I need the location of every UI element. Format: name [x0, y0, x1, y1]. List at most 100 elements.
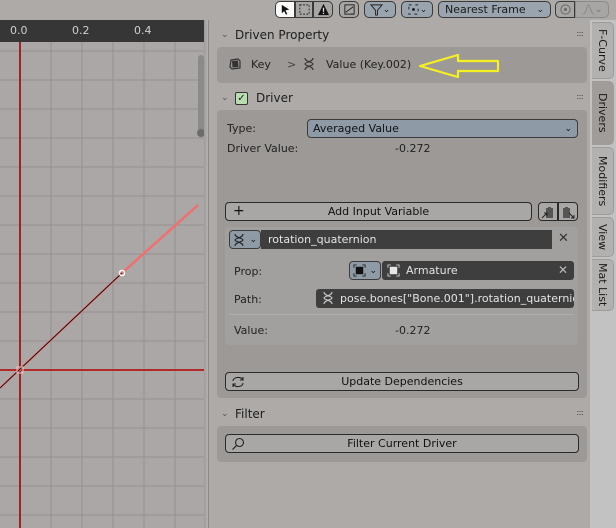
button-label: Filter Current Driver [347, 437, 457, 450]
drag-grip-icon[interactable]: :::: [576, 92, 584, 101]
driver-panel-header[interactable]: ⌄ ✓ Driver :::: [217, 86, 587, 110]
breadcrumb-separator: > [287, 58, 297, 71]
clear-object-icon[interactable]: ✕ [558, 263, 568, 277]
divider [229, 314, 574, 315]
graph-editor-canvas[interactable]: 0.0 0.2 0.4 [0, 20, 208, 528]
falloff-icon [582, 4, 594, 15]
tab-label: View [596, 223, 609, 251]
drag-grip-icon[interactable]: :::: [576, 29, 584, 38]
driven-property-panel-header[interactable]: ⌄ Driven Property :::: [217, 23, 587, 47]
button-label: Add Input Variable [327, 205, 430, 218]
chevron-down-icon: ⌄ [382, 4, 391, 15]
prop-object-value: Armature [406, 264, 458, 277]
variable-value-label: Value: [234, 324, 268, 337]
tab-mat-list[interactable]: Mat List [592, 259, 614, 311]
select-cursor-button[interactable] [275, 1, 295, 18]
tab-label: F-Curve [596, 29, 609, 72]
chevron-down-icon: ⌄ [369, 265, 377, 276]
variable-name-input[interactable]: rotation_quaternion [261, 230, 552, 249]
panel-title: Driver [256, 91, 293, 105]
rna-property-icon [304, 57, 314, 71]
filter-icon [369, 4, 383, 16]
chevron-down-icon: ⌄ [221, 30, 229, 40]
ruler-tick-label: 0.4 [134, 24, 152, 37]
pivot-dropdown[interactable]: ⌄ [401, 1, 433, 18]
panel-title: Driven Property [235, 28, 330, 42]
rna-property-icon [234, 233, 244, 246]
search-icon [232, 437, 245, 450]
box-select-button[interactable] [295, 1, 313, 18]
driver-variable-box: ⌄ rotation_quaternion ✕ Prop: ⌄ Armature… [225, 227, 578, 345]
driver-enabled-checkbox[interactable]: ✓ [235, 91, 248, 105]
sidebar-tabs: F-Curve Drivers Modifiers View Mat List [590, 20, 616, 528]
interpolation-dropdown[interactable]: Nearest Frame ⌄ [438, 1, 551, 18]
armature-object-icon [387, 264, 400, 277]
drag-grip-icon[interactable]: :::: [576, 408, 584, 417]
tab-label: Mat List [596, 263, 609, 307]
object-data-icon [353, 264, 366, 277]
tab-drivers[interactable]: Drivers [592, 81, 614, 145]
update-dependencies-button[interactable]: Update Dependencies [225, 372, 579, 391]
warning-button[interactable] [313, 1, 333, 18]
data-path-value: pose.bones["Bone.001"].rotation_quaterni… [340, 292, 574, 305]
tab-label: Drivers [596, 93, 609, 133]
driver-type-value: Averaged Value [313, 122, 399, 135]
prop-object-field[interactable]: Armature ✕ [382, 261, 574, 280]
variable-value: -0.272 [395, 324, 431, 337]
frame-ruler[interactable]: 0.0 0.2 0.4 [0, 20, 208, 42]
filter-panel: Filter Current Driver [217, 426, 587, 462]
graph-plot [0, 42, 208, 528]
chevron-down-icon: ⌄ [536, 4, 544, 15]
path-label: Path: [234, 293, 262, 306]
refresh-icon [232, 376, 244, 388]
normalize-icon [343, 4, 355, 15]
tab-modifiers[interactable]: Modifiers [592, 147, 614, 215]
type-label: Type: [227, 122, 256, 135]
tab-f-curve[interactable]: F-Curve [592, 22, 614, 79]
header-toolbar: ⌄ ⌄ Nearest Frame ⌄ ⌄ [0, 0, 616, 20]
driver-panel: Type: Averaged Value ⌄ Driver Value: -0.… [217, 110, 587, 398]
pivot-icon [408, 4, 419, 15]
copy-icon [541, 206, 553, 218]
filter-dropdown[interactable]: ⌄ [364, 1, 396, 18]
variable-name-value: rotation_quaternion [268, 233, 377, 246]
fcurve-selected-segment [121, 204, 199, 274]
ruler-tick-label: 0.2 [72, 24, 90, 37]
tab-view[interactable]: View [592, 217, 614, 257]
normalize-button[interactable] [339, 1, 359, 18]
breadcrumb-object: Key [251, 58, 271, 71]
warning-icon [317, 3, 329, 16]
copy-variables-button[interactable] [538, 202, 558, 221]
select-cursor-icon [281, 4, 289, 15]
shape-key-icon [229, 58, 241, 70]
falloff-dropdown[interactable]: ⌄ [575, 1, 609, 18]
chevron-down-icon: ⌄ [419, 4, 428, 15]
chevron-down-icon: ⌄ [221, 93, 229, 103]
chevron-down-icon: ⌄ [249, 234, 257, 245]
sidebar-region: ⌄ Driven Property :::: Key > Value (Key.… [208, 20, 590, 528]
breadcrumb-property: Value (Key.002) [326, 58, 412, 71]
proportional-edit-toggle[interactable] [555, 1, 575, 18]
paste-icon [563, 206, 575, 218]
button-label: Update Dependencies [341, 375, 463, 388]
add-input-variable-button[interactable]: + Add Input Variable [225, 202, 532, 221]
driver-value: -0.272 [395, 142, 431, 155]
driver-type-dropdown[interactable]: Averaged Value ⌄ [307, 119, 578, 138]
prop-label: Prop: [234, 265, 263, 278]
filter-panel-header[interactable]: ⌄ Filter :::: [217, 402, 587, 426]
driven-property-panel: Key > Value (Key.002) [217, 47, 587, 83]
annotation-arrow-icon [418, 54, 500, 78]
box-select-icon [298, 4, 310, 15]
proportional-edit-icon [559, 4, 571, 15]
filter-current-driver-button[interactable]: Filter Current Driver [225, 434, 579, 453]
remove-variable-icon[interactable]: ✕ [558, 231, 569, 246]
driver-value-label: Driver Value: [227, 142, 299, 155]
paste-variables-button[interactable] [558, 202, 578, 221]
grid-lines [0, 42, 208, 528]
variable-type-dropdown[interactable]: ⌄ [229, 230, 261, 249]
id-type-dropdown[interactable]: ⌄ [349, 261, 381, 280]
chevron-down-icon: ⌄ [221, 409, 229, 419]
data-path-input[interactable]: pose.bones["Bone.001"].rotation_quaterni… [316, 289, 574, 308]
panel-title: Filter [235, 407, 265, 421]
rna-property-icon [323, 291, 333, 305]
